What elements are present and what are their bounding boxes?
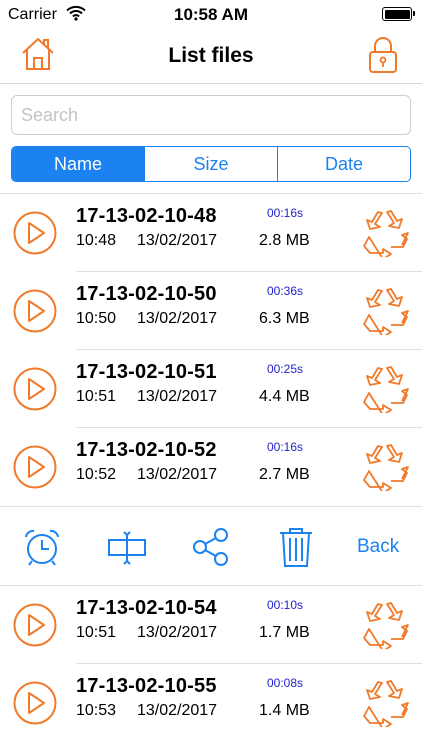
play-icon	[13, 681, 57, 725]
play-button[interactable]	[13, 603, 57, 647]
file-size: 6.3 MB	[259, 310, 310, 327]
file-size: 1.4 MB	[259, 702, 310, 719]
alarm-button[interactable]	[22, 527, 62, 567]
recycle-icon	[363, 680, 409, 727]
recycle-icon	[363, 288, 409, 335]
convert-button[interactable]	[361, 601, 411, 649]
file-row[interactable]: 17-13-02-10-55 00:08s 10:53 13/02/2017 1…	[0, 664, 422, 742]
convert-button[interactable]	[361, 679, 411, 727]
status-time: 10:58 AM	[173, 5, 248, 24]
file-name: 17-13-02-10-51	[76, 361, 217, 383]
play-button[interactable]	[13, 211, 57, 255]
play-icon	[13, 445, 57, 489]
file-name: 17-13-02-10-54	[76, 597, 217, 619]
alarm-clock-icon	[25, 529, 59, 566]
lock-icon	[369, 37, 397, 73]
delete-button[interactable]	[276, 527, 316, 567]
recycle-icon	[363, 366, 409, 413]
file-duration: 00:25s	[267, 362, 304, 376]
rename-icon	[108, 531, 146, 565]
file-row[interactable]: 17-13-02-10-50 00:36s 10:50 13/02/2017 6…	[0, 272, 422, 350]
file-duration: 00:10s	[267, 598, 304, 612]
status-bar: Carrier 10:58 AM	[0, 0, 422, 30]
sort-tab-name[interactable]: Name	[12, 147, 145, 181]
file-duration: 00:08s	[267, 676, 304, 690]
file-date: 13/02/2017	[137, 466, 218, 483]
play-button[interactable]	[13, 367, 57, 411]
sort-tab-size[interactable]: Size	[145, 147, 278, 181]
play-icon	[13, 211, 57, 255]
play-button[interactable]	[13, 445, 57, 489]
recycle-icon	[363, 444, 409, 491]
nav-bar: List files	[0, 30, 422, 84]
file-name: 17-13-02-10-50	[76, 283, 217, 305]
file-time: 10:51	[76, 624, 117, 641]
file-row[interactable]: 17-13-02-10-51 00:25s 10:51 13/02/2017 4…	[0, 350, 422, 428]
file-row[interactable]: 17-13-02-10-52 00:16s 10:52 13/02/2017 2…	[0, 428, 422, 506]
convert-button[interactable]	[361, 365, 411, 413]
play-button[interactable]	[13, 289, 57, 333]
action-toolbar: Back	[0, 506, 422, 586]
file-date: 13/02/2017	[137, 624, 218, 641]
lock-button[interactable]	[368, 36, 398, 74]
file-row[interactable]: 17-13-02-10-48 00:16s 10:48 13/02/2017 2…	[0, 194, 422, 272]
file-time: 10:52	[76, 466, 117, 483]
file-date: 13/02/2017	[137, 702, 218, 719]
battery-icon	[382, 7, 415, 21]
search-input[interactable]	[21, 96, 401, 134]
file-duration: 00:36s	[267, 284, 304, 298]
file-duration: 00:16s	[267, 206, 304, 220]
file-time: 10:51	[76, 388, 117, 405]
file-size: 1.7 MB	[259, 624, 310, 641]
convert-button[interactable]	[361, 209, 411, 257]
file-time: 10:48	[76, 232, 117, 249]
file-name: 17-13-02-10-48	[76, 205, 217, 227]
file-time: 10:53	[76, 702, 117, 719]
play-button[interactable]	[13, 681, 57, 725]
file-name: 17-13-02-10-52	[76, 439, 217, 461]
convert-button[interactable]	[361, 287, 411, 335]
recycle-icon	[363, 210, 409, 257]
file-size: 4.4 MB	[259, 388, 310, 405]
share-icon	[193, 528, 228, 566]
play-icon	[13, 603, 57, 647]
recycle-icon	[363, 602, 409, 649]
play-icon	[13, 367, 57, 411]
file-name: 17-13-02-10-55	[76, 675, 217, 697]
play-icon	[13, 289, 57, 333]
file-date: 13/02/2017	[137, 232, 218, 249]
search-field	[11, 95, 411, 135]
file-time: 10:50	[76, 310, 117, 327]
convert-button[interactable]	[361, 443, 411, 491]
file-duration: 00:16s	[267, 440, 304, 454]
file-size: 2.8 MB	[259, 232, 310, 249]
back-button[interactable]: Back	[357, 536, 399, 558]
file-date: 13/02/2017	[137, 310, 218, 327]
file-row[interactable]: 17-13-02-10-54 00:10s 10:51 13/02/2017 1…	[0, 586, 422, 664]
sort-tab-date[interactable]: Date	[278, 147, 410, 181]
sort-segmented-control: Name Size Date	[11, 146, 411, 182]
file-size: 2.7 MB	[259, 466, 310, 483]
rename-button[interactable]	[107, 527, 147, 567]
page-title: List files	[168, 44, 254, 67]
share-button[interactable]	[191, 527, 231, 567]
file-date: 13/02/2017	[137, 388, 218, 405]
trash-icon	[280, 528, 312, 567]
